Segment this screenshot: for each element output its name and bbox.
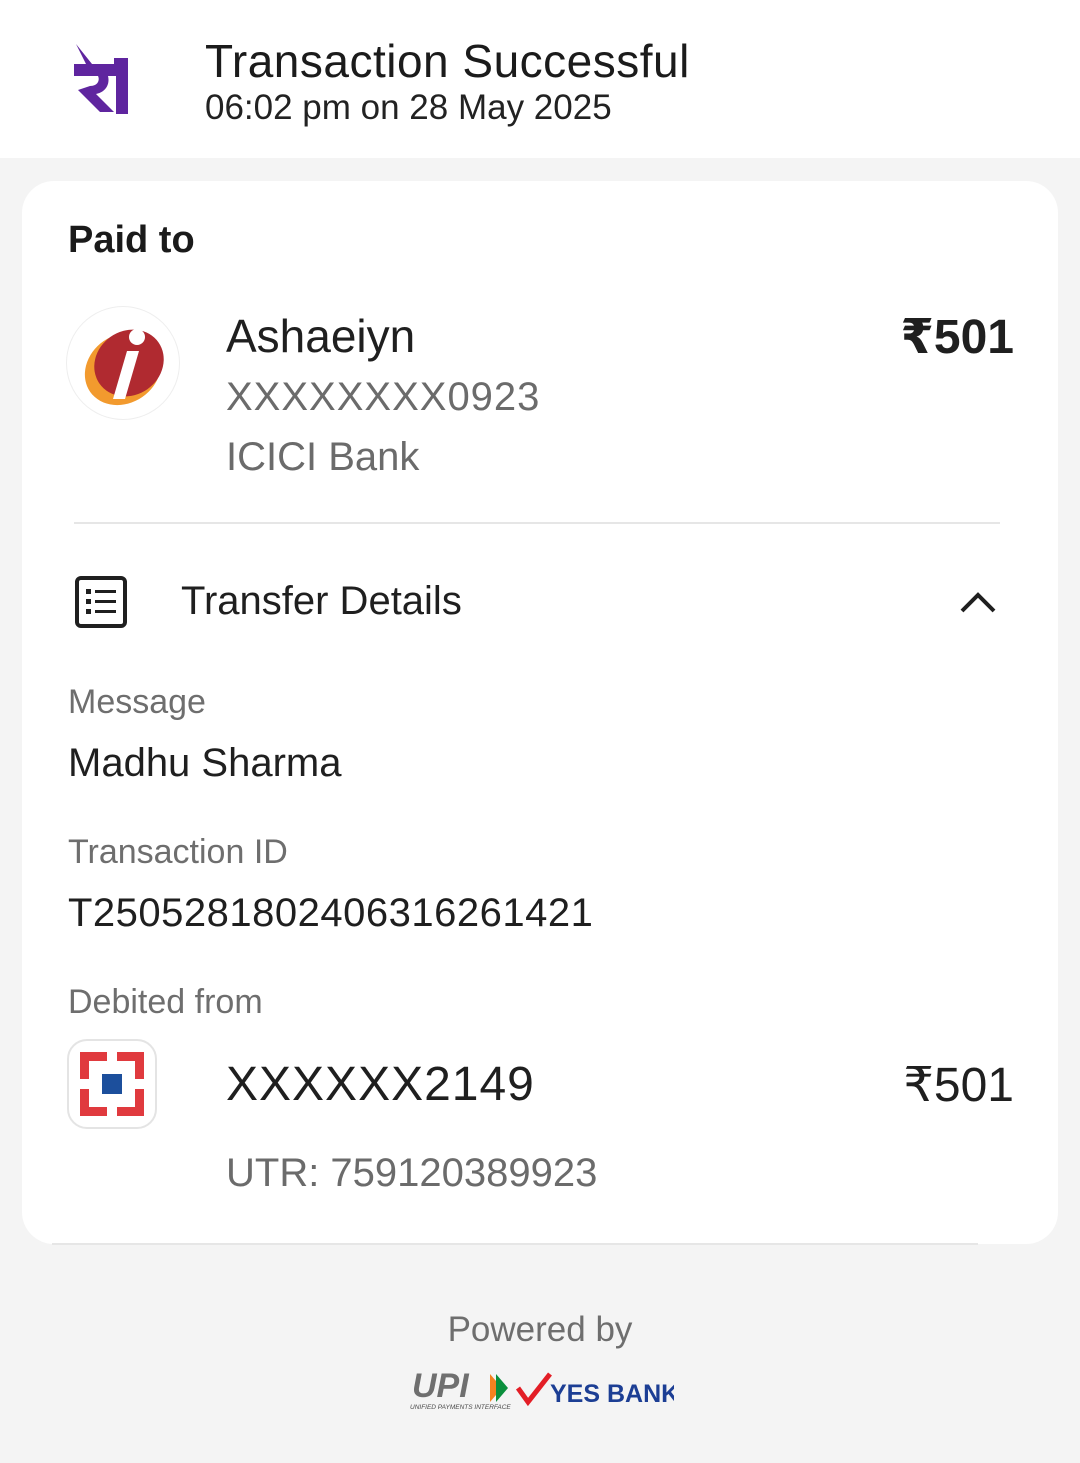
paid-amount: ₹501	[900, 311, 1014, 364]
divider	[74, 522, 1000, 524]
svg-text:UPI: UPI	[412, 1367, 470, 1405]
payee-name: Ashaeiyn	[226, 310, 416, 362]
powered-by-label: Powered by	[447, 1310, 633, 1349]
transaction-id-value: T2505281802406316261421	[68, 891, 594, 935]
message-value: Madhu Sharma	[68, 741, 342, 785]
footer-divider	[52, 1243, 978, 1245]
hdfc-bank-logo-icon	[67, 1039, 157, 1129]
transfer-details-title: Transfer Details	[181, 579, 462, 623]
transaction-status-title: Transaction Successful	[205, 35, 690, 87]
payee-bank-name: ICICI Bank	[226, 435, 420, 479]
message-label: Message	[68, 683, 206, 721]
transaction-timestamp: 06:02 pm on 28 May 2025	[205, 88, 612, 127]
utr-number: UTR: 759120389923	[226, 1151, 598, 1195]
chevron-up-icon[interactable]	[958, 583, 998, 623]
svg-text:UNIFIED PAYMENTS INTERFACE: UNIFIED PAYMENTS INTERFACE	[410, 1404, 511, 1411]
phonepe-logo-icon	[74, 44, 128, 114]
paid-to-label: Paid to	[68, 219, 195, 261]
debit-account-number: XXXXXX2149	[226, 1058, 535, 1111]
header: Transaction Successful 06:02 pm on 28 Ma…	[0, 0, 1080, 158]
svg-text:YES BANK: YES BANK	[550, 1380, 674, 1408]
transaction-id-label: Transaction ID	[68, 833, 288, 871]
transfer-details-toggle[interactable]: Transfer Details	[22, 561, 1058, 647]
yes-bank-logo-icon: YES BANK	[515, 1372, 674, 1408]
payee-account-number: XXXXXXXX0923	[226, 375, 541, 419]
icici-bank-logo-icon	[67, 307, 179, 419]
debited-from-label: Debited from	[68, 983, 263, 1021]
receipt-icon	[75, 576, 127, 628]
debit-amount: ₹501	[903, 1059, 1014, 1112]
transaction-card: Paid to Ashaeiyn XXXXXXXX0923 ICICI Bank…	[22, 181, 1058, 1244]
